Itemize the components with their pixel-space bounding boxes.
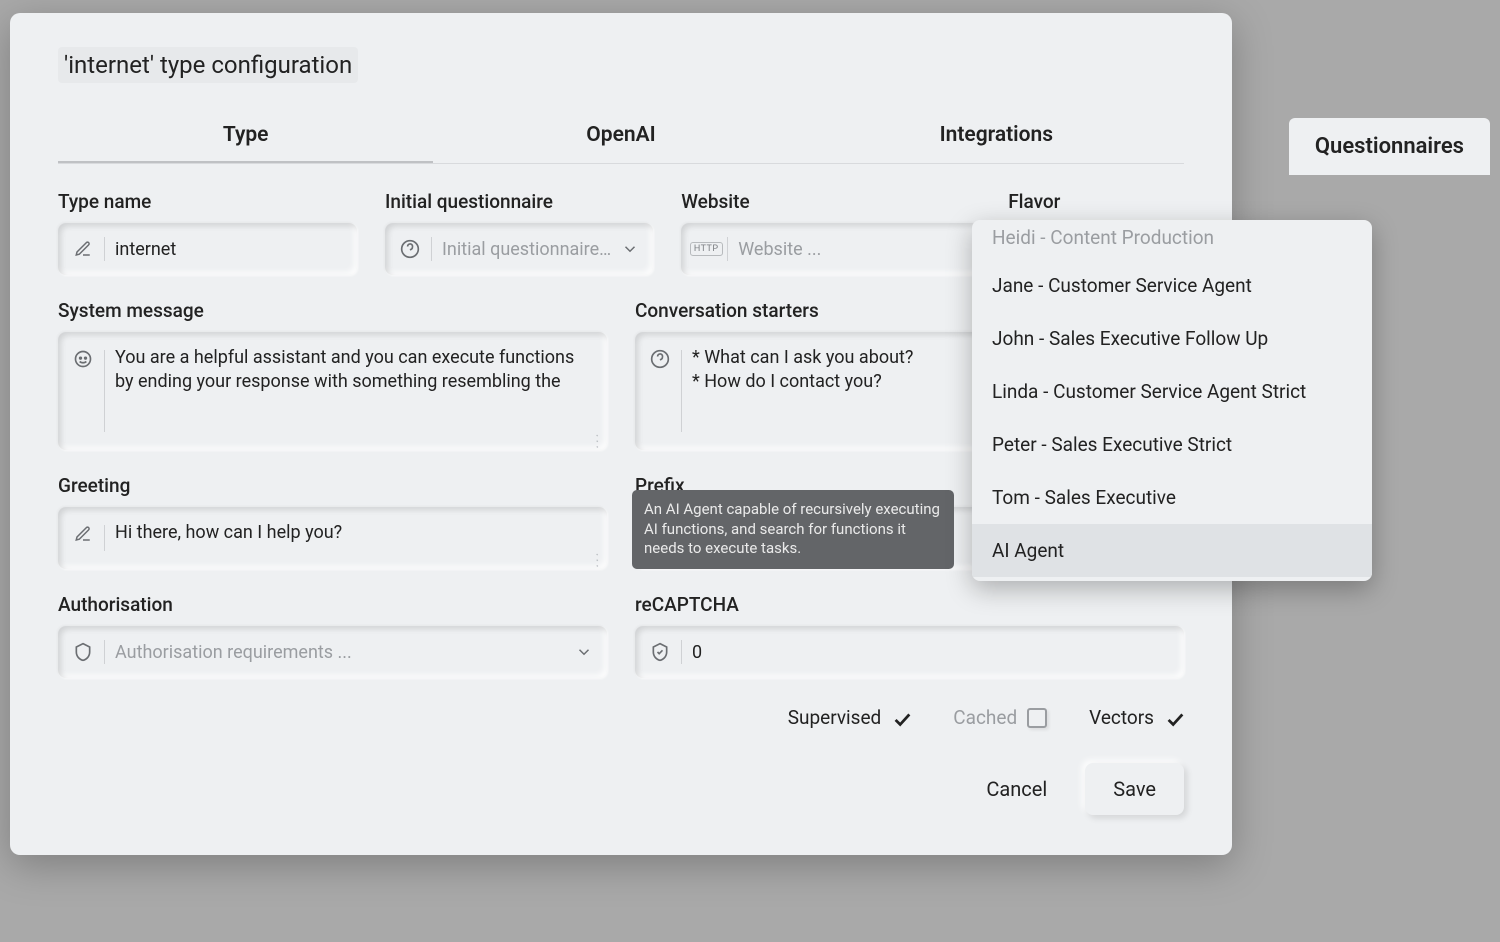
- label-website: Website: [681, 190, 980, 213]
- authorisation-select[interactable]: Authorisation requirements ...: [58, 626, 607, 678]
- button-row: Cancel Save: [58, 763, 1184, 815]
- tab-openai[interactable]: OpenAI: [433, 109, 808, 163]
- option-vectors[interactable]: Vectors: [1089, 706, 1184, 729]
- help-circle-icon: [649, 348, 671, 370]
- flavor-option-jane[interactable]: Jane - Customer Service Agent: [972, 259, 1372, 312]
- field-system-message: System message ⋰: [58, 299, 607, 450]
- modal-title: 'internet' type configuration: [58, 47, 358, 83]
- shield-check-icon: [649, 641, 671, 663]
- system-message-textarea[interactable]: [115, 346, 593, 395]
- pencil-icon: [72, 523, 94, 545]
- greeting-textarea[interactable]: [115, 521, 593, 570]
- option-supervised-label: Supervised: [788, 706, 882, 729]
- option-cached[interactable]: Cached: [953, 706, 1047, 729]
- checkbox-empty-icon: [1027, 708, 1047, 728]
- field-authorisation: Authorisation Authorisation requirements…: [58, 593, 607, 678]
- resize-handle-icon: ⋰: [588, 432, 606, 450]
- tab-type[interactable]: Type: [58, 109, 433, 163]
- robot-icon: [72, 348, 94, 370]
- authorisation-placeholder: Authorisation requirements ...: [115, 642, 565, 663]
- flavor-option-peter[interactable]: Peter - Sales Executive Strict: [972, 418, 1372, 471]
- flavor-option-tom[interactable]: Tom - Sales Executive: [972, 471, 1372, 524]
- field-type-name: Type name: [58, 190, 357, 275]
- shield-icon: [72, 641, 94, 663]
- check-icon: [1164, 708, 1184, 728]
- chevron-down-icon: [575, 643, 593, 661]
- flavor-dropdown: Heidi - Content Production Jane - Custom…: [972, 220, 1372, 581]
- flavor-option-john[interactable]: John - Sales Executive Follow Up: [972, 312, 1372, 365]
- label-greeting: Greeting: [58, 474, 607, 497]
- recaptcha-input[interactable]: [692, 642, 1170, 663]
- option-cached-label: Cached: [953, 706, 1017, 729]
- initial-questionnaire-select[interactable]: Initial questionnaire…: [385, 223, 653, 275]
- pencil-icon: [72, 238, 94, 260]
- flavor-option-ai-agent[interactable]: AI Agent: [972, 524, 1372, 577]
- flavor-tooltip: An AI Agent capable of recursively execu…: [632, 490, 954, 569]
- website-input[interactable]: [738, 239, 966, 260]
- check-icon: [891, 708, 911, 728]
- cancel-button[interactable]: Cancel: [968, 765, 1065, 813]
- label-flavor: Flavor: [1008, 190, 1184, 213]
- options-row: Supervised Cached Vectors: [58, 706, 1184, 729]
- background-tab-questionnaires: Questionnaires: [1289, 118, 1490, 175]
- field-greeting: Greeting ⋰: [58, 474, 607, 569]
- chevron-down-icon: [621, 240, 639, 258]
- modal-tabs: Type OpenAI Integrations: [58, 109, 1184, 164]
- type-name-input[interactable]: [115, 239, 343, 260]
- option-supervised[interactable]: Supervised: [788, 706, 912, 729]
- http-icon: HTTP: [695, 238, 717, 260]
- option-vectors-label: Vectors: [1089, 706, 1154, 729]
- help-circle-icon: [399, 238, 421, 260]
- label-authorisation: Authorisation: [58, 593, 607, 616]
- initial-questionnaire-placeholder: Initial questionnaire…: [442, 239, 611, 260]
- flavor-option-linda[interactable]: Linda - Customer Service Agent Strict: [972, 365, 1372, 418]
- field-website: Website HTTP: [681, 190, 980, 275]
- label-system-message: System message: [58, 299, 607, 322]
- label-recaptcha: reCAPTCHA: [635, 593, 1184, 616]
- label-initial-questionnaire: Initial questionnaire: [385, 190, 653, 213]
- label-type-name: Type name: [58, 190, 357, 213]
- field-initial-questionnaire: Initial questionnaire Initial questionna…: [385, 190, 653, 275]
- field-recaptcha: reCAPTCHA: [635, 593, 1184, 678]
- tab-integrations[interactable]: Integrations: [809, 109, 1184, 163]
- save-button[interactable]: Save: [1085, 763, 1184, 815]
- flavor-option-heidi[interactable]: Heidi - Content Production: [972, 224, 1372, 259]
